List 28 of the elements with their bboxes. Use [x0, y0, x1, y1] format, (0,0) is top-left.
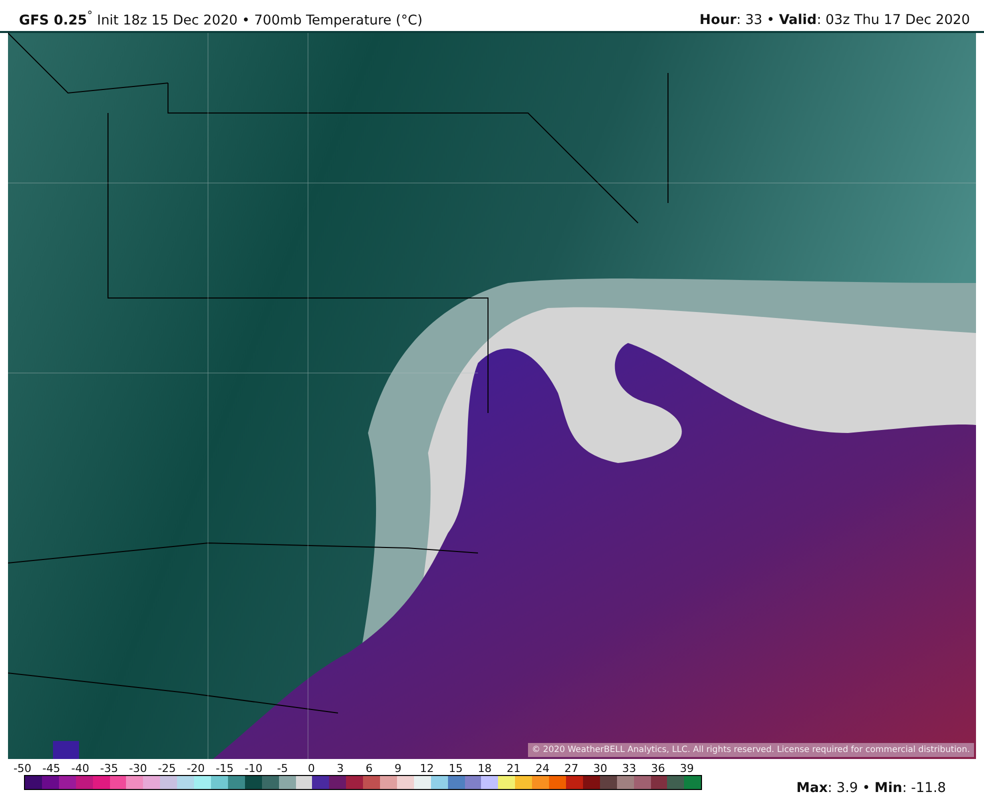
max-min-values: Max: 3.9 • Min: -11.8: [796, 780, 946, 796]
scale-label: -25: [156, 762, 177, 775]
map-title: GFS 0.25$^{°}$ Init 18z 15 Dec 2020 • 700mb Temperature (°C): [19, 8, 422, 30]
copyright-notice: © 2020 WeatherBELL Analytics, LLC. All rights reserved. License required for commercial distribution.: [528, 743, 974, 757]
scale-label: 33: [621, 762, 638, 775]
scale-label: -45: [41, 762, 62, 775]
scale-label: 0: [306, 762, 316, 775]
scale-label: -50: [12, 762, 32, 775]
scale-label: -40: [70, 762, 90, 775]
scale-label: 27: [563, 762, 580, 775]
scale-label: -10: [244, 762, 264, 775]
scale-label: 36: [650, 762, 666, 775]
scale-label: 18: [476, 762, 493, 775]
scale-label: 24: [534, 762, 550, 775]
scale-label: 3: [336, 762, 345, 775]
scale-label: 30: [592, 762, 608, 775]
scale-label: -35: [99, 762, 120, 775]
scale-label: -30: [128, 762, 148, 775]
scale-label: -20: [186, 762, 206, 775]
valid-time: Hour: 33 • Valid: 03z Thu 17 Dec 2020: [700, 12, 970, 30]
scale-label: -5: [276, 762, 289, 775]
scale-label: 39: [678, 762, 695, 775]
scale-label: -15: [214, 762, 235, 775]
scale-label: 12: [418, 762, 435, 775]
scale-label: 6: [364, 762, 374, 775]
scale-label: 9: [394, 762, 403, 775]
scale-label: 15: [448, 762, 464, 775]
scale-label: 21: [506, 762, 522, 775]
